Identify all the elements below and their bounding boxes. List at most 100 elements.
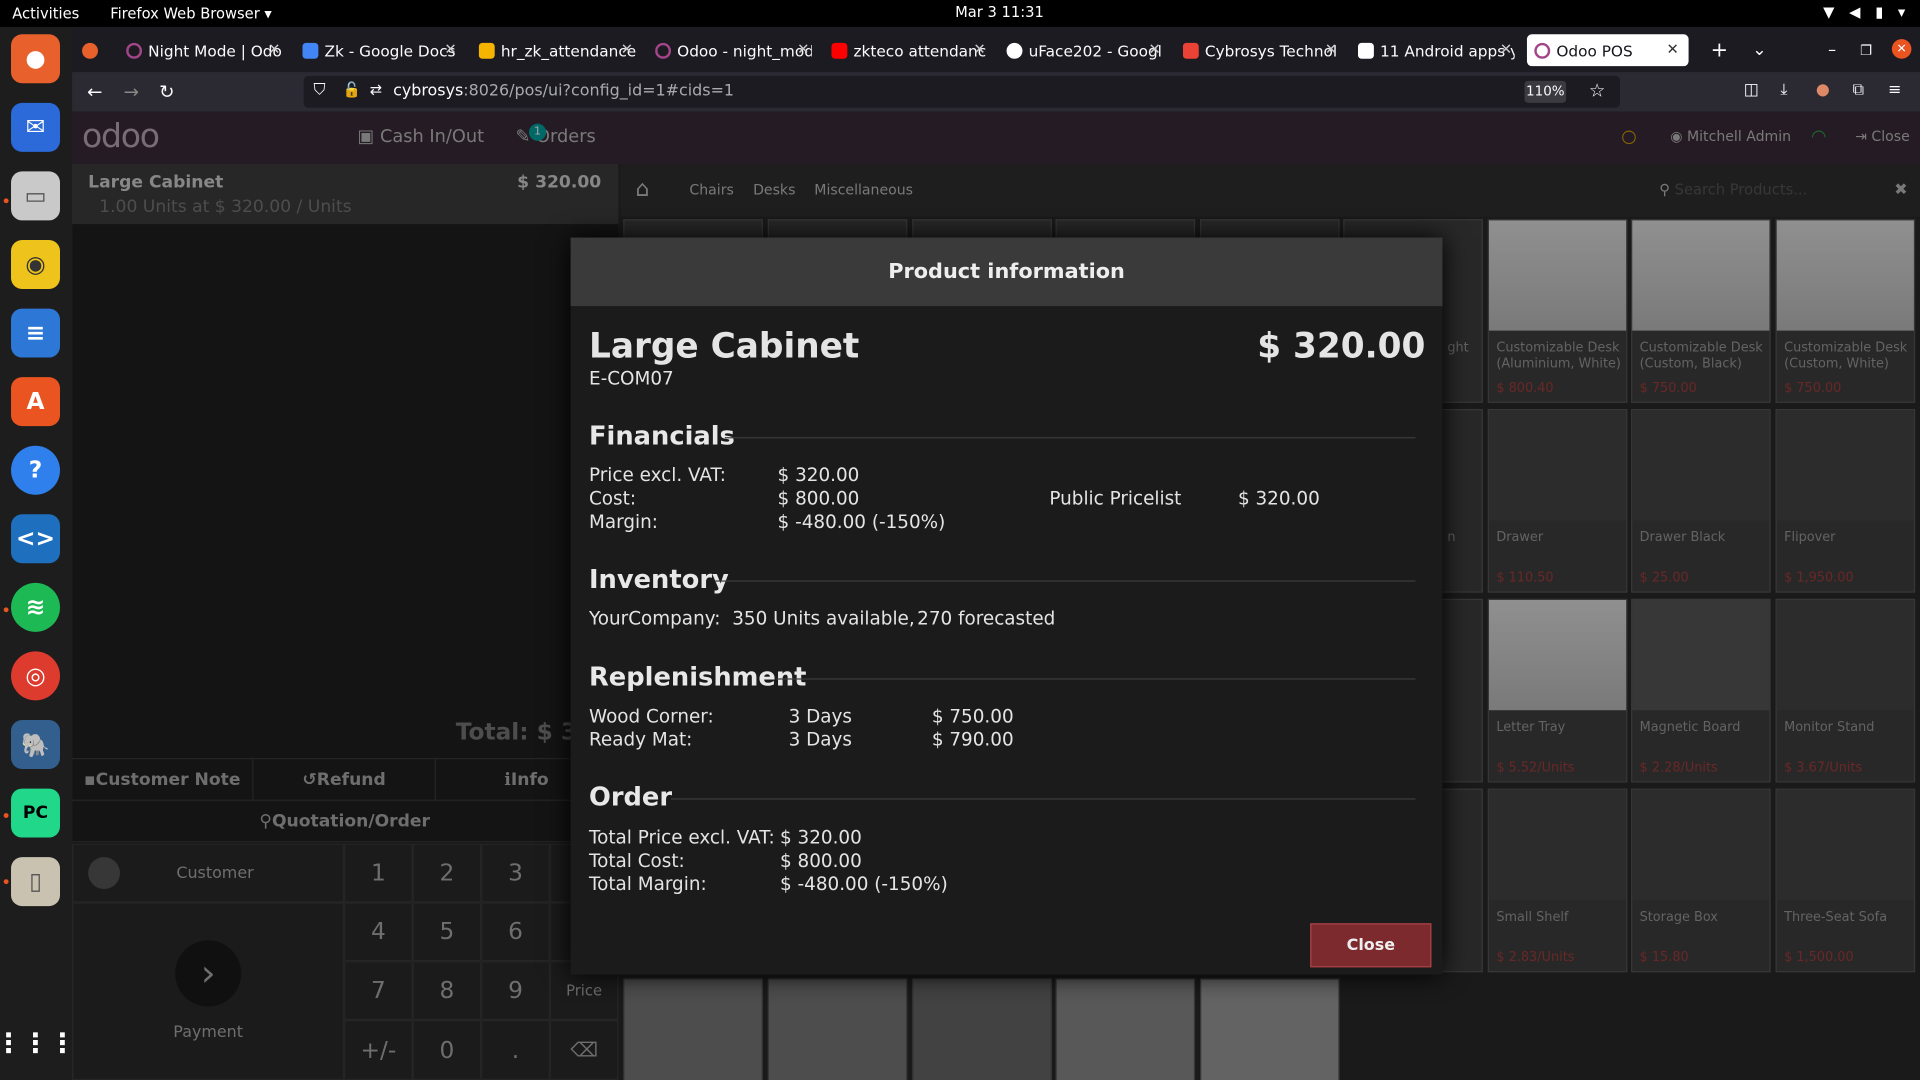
tab-strip: Night Mode | Odo ✕ Zk - Google Docs ✕ hr_z… <box>72 26 1920 73</box>
back-icon[interactable]: ← <box>87 81 102 103</box>
gmail-favicon-icon <box>1182 42 1199 59</box>
close-icon[interactable]: ✕ <box>268 40 280 57</box>
close-icon[interactable]: ✕ <box>797 40 809 57</box>
pricelist-value: $ 320.00 <box>1237 487 1320 510</box>
replenishment-heading: Replenishment <box>588 662 807 692</box>
vscode-icon[interactable]: <> <box>11 514 61 564</box>
tab-uface[interactable]: uFace202 - Googl ✕ <box>1006 34 1164 66</box>
odoo-favicon-icon <box>655 42 672 59</box>
total-cost-label: Total Cost: <box>588 849 685 872</box>
page-favicon-icon <box>1357 42 1374 59</box>
tab-odoo-night[interactable]: Odoo - night_mod ✕ <box>655 34 812 66</box>
pricelist-label: Public Pricelist <box>1049 487 1182 510</box>
vendor-name: Wood Corner: <box>588 705 714 728</box>
system-tray[interactable]: ▼ ◀ ▮ ▾ <box>1823 4 1905 21</box>
total-price-value: $ 320.00 <box>780 826 862 849</box>
close-icon[interactable]: ✕ <box>973 40 985 57</box>
dock: ● ✉ ▭ ◉ ≡ A ? <> ≋ ◎ 🐘 PC ▯ ⋮⋮⋮ <box>0 26 76 1080</box>
odoo-favicon-icon <box>126 42 143 59</box>
clock[interactable]: Mar 3 11:31 <box>955 4 1044 21</box>
pycharm-icon[interactable]: PC <box>11 788 61 838</box>
youtube-favicon-icon <box>831 42 848 59</box>
warehouse-label: YourCompany: <box>588 607 721 630</box>
total-cost-value: $ 800.00 <box>780 849 862 872</box>
close-icon[interactable]: ✕ <box>621 40 633 57</box>
dialog-title: Product information <box>570 237 1443 307</box>
network-icon: ▼ <box>1823 3 1835 21</box>
total-price-label: Total Price excl. VAT: <box>588 826 775 849</box>
forward-icon[interactable]: → <box>124 81 139 103</box>
reload-icon[interactable]: ↻ <box>159 81 174 103</box>
rhythmbox-icon[interactable]: ◉ <box>11 240 61 289</box>
close-icon[interactable]: ✕ <box>1666 40 1678 57</box>
financials-heading: Financials <box>588 421 735 451</box>
close-icon[interactable]: ✕ <box>1500 40 1512 57</box>
margin-value: $ -480.00 (-150%) <box>777 510 946 533</box>
new-tab-button[interactable]: + <box>1711 34 1728 66</box>
url-bar[interactable]: ⛉ 🔓 ⇄ cybrosys:8026/pos/ui?config_id=1#c… <box>303 75 1621 108</box>
system-top-bar: Activities Firefox Web Browser ▾ Mar 3 1… <box>0 0 1920 27</box>
tab-android[interactable]: 11 Android apps y ✕ <box>1357 34 1515 66</box>
total-margin-value: $ -480.00 (-150%) <box>780 873 948 896</box>
firefox-icon[interactable]: ● <box>11 34 61 84</box>
maximize-icon[interactable]: ❐ <box>1860 34 1872 66</box>
price-excl-vat-value: $ 320.00 <box>777 464 860 487</box>
app-menu[interactable]: Firefox Web Browser ▾ <box>110 5 272 22</box>
battery-icon: ▮ <box>1875 3 1884 21</box>
available-quantity: 350 Units available, <box>732 607 915 630</box>
tab-zkteco[interactable]: zkteco attendanc ✕ <box>831 34 988 66</box>
bookmark-star-icon[interactable]: ☆ <box>1589 80 1605 102</box>
spotify-icon[interactable]: ≋ <box>11 582 61 632</box>
tab-night-mode[interactable]: Night Mode | Odo ✕ <box>126 34 283 66</box>
zoom-level[interactable]: 110% <box>1524 80 1567 103</box>
close-button[interactable]: Close <box>1310 923 1432 968</box>
vendor-price: $ 790.00 <box>931 728 1014 751</box>
download-icon[interactable]: ⤓ <box>1780 81 1787 99</box>
vendor-name: Ready Mat: <box>588 728 693 751</box>
close-icon[interactable]: ✕ <box>1325 40 1337 57</box>
lock-icon[interactable]: 🔓 <box>343 81 361 98</box>
thunderbird-icon[interactable]: ✉ <box>11 102 61 152</box>
files-icon[interactable]: ▭ <box>11 171 61 221</box>
order-heading: Order <box>588 782 673 812</box>
extension-icon[interactable]: ● <box>1816 81 1830 99</box>
tab-odoo-pos[interactable]: Odoo POS ✕ <box>1526 34 1689 67</box>
software-icon[interactable]: A <box>11 377 61 427</box>
vendor-lead-time: 3 Days <box>788 705 852 728</box>
minimize-icon[interactable]: – <box>1828 34 1836 66</box>
product-info-dialog: Product information Large Cabinet E-COM0… <box>570 237 1443 975</box>
tab-zk-docs[interactable]: Zk - Google Docs ✕ <box>302 34 459 66</box>
tab-hr-zk[interactable]: hr_zk_attendance ✕ <box>478 34 636 66</box>
chrome-icon[interactable]: ◎ <box>11 651 61 701</box>
url-text[interactable]: cybrosys:8026/pos/ui?config_id=1#cids=1 <box>393 82 734 100</box>
total-margin-label: Total Margin: <box>588 873 707 896</box>
close-icon[interactable]: ✕ <box>444 40 456 57</box>
pgadmin-icon[interactable]: 🐘 <box>11 720 61 769</box>
window-close-icon[interactable]: ✕ <box>1891 39 1912 59</box>
menu-icon[interactable]: ≡ <box>1888 81 1901 99</box>
archive-icon[interactable]: ▯ <box>11 857 61 907</box>
cost-value: $ 800.00 <box>777 487 860 510</box>
activities-button[interactable]: Activities <box>12 5 79 22</box>
tab-cybrosys[interactable]: Cybrosys Technol ✕ <box>1182 34 1340 66</box>
close-icon[interactable]: ✕ <box>1149 40 1161 57</box>
chevron-down-icon: ▾ <box>1897 3 1906 21</box>
pocket-icon[interactable]: ◫ <box>1744 81 1759 99</box>
apps-grid-icon[interactable]: ⋮⋮⋮ <box>0 1019 76 1068</box>
permissions-icon[interactable]: ⇄ <box>370 81 382 98</box>
google-favicon-icon <box>1006 42 1023 59</box>
writer-icon[interactable]: ≡ <box>11 308 61 358</box>
help-icon[interactable]: ? <box>11 445 61 495</box>
vendor-lead-time: 3 Days <box>788 728 852 751</box>
volume-icon: ◀ <box>1849 3 1861 21</box>
drive-favicon-icon <box>478 42 495 59</box>
product-price: $ 320.00 <box>1257 325 1426 367</box>
firefox-view-icon[interactable] <box>82 34 111 66</box>
odoo-favicon-icon <box>1534 42 1551 59</box>
product-name: Large Cabinet <box>588 325 860 367</box>
price-excl-vat-label: Price excl. VAT: <box>588 464 726 487</box>
shield-icon[interactable]: ⛉ <box>313 81 325 99</box>
tab-list-icon[interactable]: ⌄ <box>1752 34 1766 66</box>
margin-label: Margin: <box>588 510 658 533</box>
puzzle-icon[interactable]: ⧉ <box>1853 81 1864 99</box>
